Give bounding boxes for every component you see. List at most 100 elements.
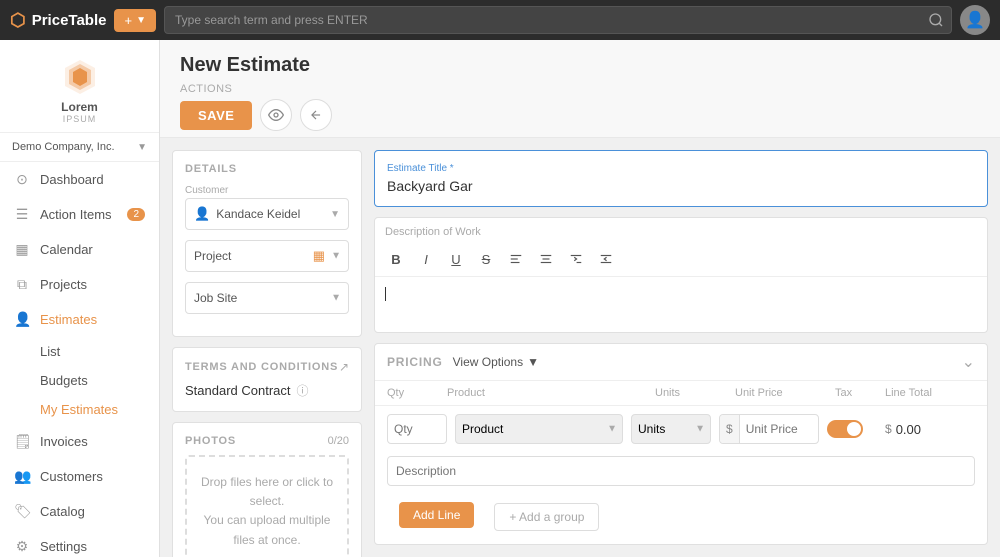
pricing-collapse-button[interactable]: ⌄ xyxy=(962,352,975,372)
add-button[interactable]: + ▼ xyxy=(114,9,156,32)
sidebar-item-label: Settings xyxy=(40,539,87,554)
details-label: DETAILS xyxy=(185,163,349,175)
formatting-toolbar: B I U S xyxy=(375,242,987,277)
search-input[interactable] xyxy=(164,6,952,34)
projects-icon: ⧉ xyxy=(14,276,30,293)
brand-logo-icon xyxy=(59,56,101,98)
terms-value: Standard Contract ⓘ xyxy=(185,382,349,399)
sidebar-item-action-items[interactable]: ☰ Action Items 2 xyxy=(0,197,159,232)
tax-toggle-switch[interactable] xyxy=(827,420,863,438)
sidebar-item-estimates[interactable]: 👤 Estimates xyxy=(0,302,159,337)
info-icon[interactable]: ⓘ xyxy=(297,382,309,399)
sidebar-subitem-my-estimates[interactable]: My Estimates xyxy=(0,395,159,424)
app-name: PriceTable xyxy=(32,12,107,29)
estimate-title-label: Estimate Title * xyxy=(387,163,975,174)
col-unit-price: Unit Price xyxy=(735,387,835,399)
subitem-label: List xyxy=(40,344,60,359)
view-options-button[interactable]: View Options ▼ xyxy=(453,355,539,369)
company-name: Demo Company, Inc. xyxy=(12,141,115,153)
sidebar-item-label: Dashboard xyxy=(40,172,104,187)
sidebar-item-label: Action Items xyxy=(40,207,112,222)
product-select[interactable]: Product xyxy=(455,414,623,444)
sidebar-item-calendar[interactable]: ▦ Calendar xyxy=(0,232,159,267)
align-left-button[interactable] xyxy=(503,246,529,272)
action-items-badge: 2 xyxy=(127,208,145,221)
page-title: New Estimate xyxy=(180,54,980,77)
sidebar-item-label: Invoices xyxy=(40,434,88,449)
estimate-title-form: Estimate Title * xyxy=(374,150,988,207)
description-editor[interactable] xyxy=(375,277,987,333)
sidebar-subitem-budgets[interactable]: Budgets xyxy=(0,366,159,395)
unit-price-wrap: $ xyxy=(719,414,819,444)
indent-icon xyxy=(569,252,583,266)
sidebar-item-projects[interactable]: ⧉ Projects xyxy=(0,267,159,302)
line-total-wrap: $ 0.00 xyxy=(885,422,975,437)
terms-section: TERMS AND CONDITIONS ↗ Standard Contract… xyxy=(172,347,362,412)
photos-label: PHOTOS xyxy=(185,435,236,447)
indent-button[interactable] xyxy=(563,246,589,272)
sidebar: Lorem IPSUM Demo Company, Inc. ▼ ⊙ Dashb… xyxy=(0,40,160,557)
sidebar-item-invoices[interactable]: 🗒 Invoices xyxy=(0,424,159,459)
add-chevron-icon: ▼ xyxy=(136,15,146,26)
align-center-button[interactable] xyxy=(533,246,559,272)
right-panel: Estimate Title * Description of Work B I… xyxy=(374,150,988,545)
drop-text-secondary: You can upload multiple files at once. xyxy=(197,511,337,549)
align-center-icon xyxy=(539,252,553,266)
subitem-label: My Estimates xyxy=(40,402,118,417)
qty-input[interactable] xyxy=(387,414,447,444)
dollar-prefix: $ xyxy=(720,415,740,443)
italic-button[interactable]: I xyxy=(413,246,439,272)
user-avatar[interactable]: 👤 xyxy=(960,5,990,35)
jobsite-select[interactable]: Job Site xyxy=(185,282,349,314)
sidebar-item-dashboard[interactable]: ⊙ Dashboard xyxy=(0,162,159,197)
action-items-icon: ☰ xyxy=(14,206,30,223)
align-left-icon xyxy=(509,252,523,266)
external-link-icon[interactable]: ↗ xyxy=(339,360,349,374)
project-select[interactable]: Project xyxy=(185,240,349,272)
units-select[interactable]: Units xyxy=(631,414,711,444)
add-line-button[interactable]: Add Line xyxy=(399,502,474,528)
sidebar-subitem-list[interactable]: List xyxy=(0,337,159,366)
underline-button[interactable]: U xyxy=(443,246,469,272)
customer-selector[interactable]: 👤 Kandace Keidel ▼ xyxy=(185,198,349,230)
drop-text-primary: Drop files here or click to select. xyxy=(197,473,337,511)
save-button[interactable]: SAVE xyxy=(180,101,252,130)
units-select-wrap: Units ▼ xyxy=(631,414,711,444)
app-logo: ⬡ PriceTable xyxy=(10,10,106,31)
company-chevron-icon: ▼ xyxy=(137,142,147,153)
photo-drop-zone[interactable]: Drop files here or click to select. You … xyxy=(185,455,349,557)
invoices-icon: 🗒 xyxy=(14,433,30,450)
sidebar-item-label: Customers xyxy=(40,469,103,484)
view-options-label: View Options xyxy=(453,355,523,369)
eye-icon xyxy=(268,107,284,123)
line-total-value: 0.00 xyxy=(896,422,921,437)
description-label: Description of Work xyxy=(375,218,987,242)
tax-toggle[interactable] xyxy=(827,420,877,438)
sidebar-item-catalog[interactable]: 🏷 Catalog xyxy=(0,494,159,529)
bold-button[interactable]: B xyxy=(383,246,409,272)
preview-button[interactable] xyxy=(260,99,292,131)
back-button[interactable] xyxy=(300,99,332,131)
line-description-input[interactable] xyxy=(387,456,975,486)
unit-price-input[interactable] xyxy=(740,422,819,436)
search-icon xyxy=(928,12,944,28)
line-total-dollar: $ xyxy=(885,422,892,436)
add-group-button[interactable]: + Add a group xyxy=(494,503,599,531)
add-group-label: + Add a group xyxy=(509,510,584,524)
sidebar-item-settings[interactable]: ⚙ Settings xyxy=(0,529,159,557)
estimate-title-input[interactable] xyxy=(387,178,975,194)
company-selector[interactable]: Demo Company, Inc. ▼ xyxy=(0,133,159,162)
actions-label: ACTIONS xyxy=(180,83,980,95)
sidebar-item-customers[interactable]: 👥 Customers xyxy=(0,459,159,494)
outdent-button[interactable] xyxy=(593,246,619,272)
strikethrough-button[interactable]: S xyxy=(473,246,499,272)
customer-value: Kandace Keidel xyxy=(216,207,324,221)
photos-count: 0/20 xyxy=(328,435,349,447)
jobsite-field-group: Job Site ▼ xyxy=(185,282,349,314)
sidebar-nav: ⊙ Dashboard ☰ Action Items 2 ▦ Calendar … xyxy=(0,162,159,557)
brand-sub: IPSUM xyxy=(63,114,97,124)
search-wrapper xyxy=(164,6,952,34)
photos-section: PHOTOS 0/20 Drop files here or click to … xyxy=(172,422,362,557)
photos-header: PHOTOS 0/20 xyxy=(185,435,349,447)
logo-icon: ⬡ xyxy=(10,10,26,31)
